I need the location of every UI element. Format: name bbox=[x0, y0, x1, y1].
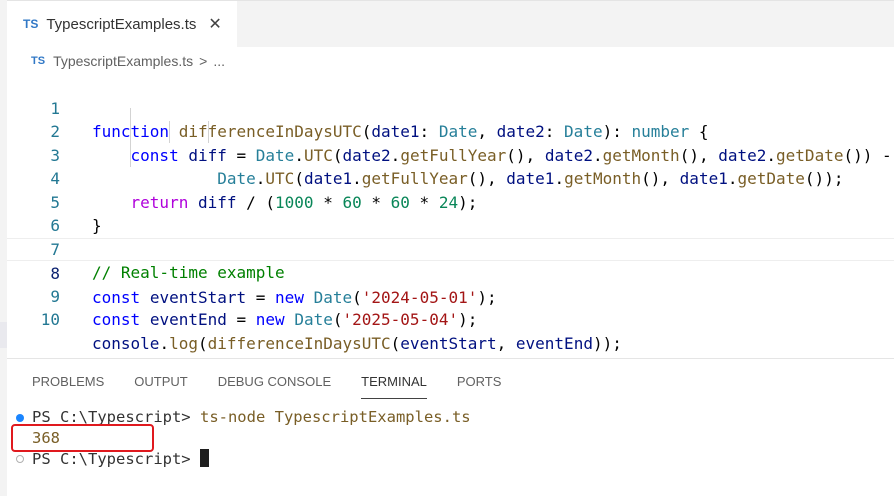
code-text: const eventEnd = new Date('2025-05-04'); bbox=[92, 310, 478, 329]
tab-debug-console[interactable]: DEBUG CONSOLE bbox=[218, 372, 331, 398]
tab-problems[interactable]: PROBLEMS bbox=[32, 372, 104, 398]
tab-output[interactable]: OUTPUT bbox=[134, 372, 187, 398]
code-line[interactable]: 7 // Real-time example bbox=[7, 214, 894, 283]
panel-tabs: PROBLEMS OUTPUT DEBUG CONSOLE TERMINAL P… bbox=[32, 372, 531, 399]
tab-ports[interactable]: PORTS bbox=[457, 372, 502, 398]
terminal-prompt: PS C:\Typescript> bbox=[32, 450, 191, 468]
terminal-prompt-line: PS C:\Typescript> bbox=[32, 449, 209, 470]
code-line[interactable]: 5 } bbox=[7, 167, 894, 236]
code-line[interactable]: 2 const diff = Date.UTC(date2.getFullYea… bbox=[7, 97, 894, 165]
code-line[interactable]: 10 console.log(differenceInDaysUTC(event… bbox=[7, 285, 894, 353]
close-icon[interactable]: ✕ bbox=[208, 14, 221, 34]
typescript-file-icon: TS bbox=[23, 17, 39, 31]
code-line[interactable]: 3 Date.UTC(date1.getFullYear(), date1.ge… bbox=[7, 120, 894, 189]
left-gutter bbox=[0, 0, 7, 496]
code-editor[interactable]: 1 function differenceInDaysUTC(date1: Da… bbox=[7, 73, 894, 353]
code-text: console.log(differenceInDaysUTC(eventSta… bbox=[92, 333, 622, 353]
gutter-marker bbox=[0, 322, 7, 348]
code-line[interactable]: 4 return diff / (1000 * 60 * 60 * 24); bbox=[7, 144, 894, 212]
code-line[interactable]: 9 const eventEnd = new Date('2025-05-04'… bbox=[7, 261, 894, 330]
command-success-dot-icon[interactable] bbox=[16, 414, 24, 422]
breadcrumb-more[interactable]: ... bbox=[213, 53, 225, 69]
terminal-cursor bbox=[199, 449, 209, 467]
code-line-current[interactable]: 8 const eventStart = new Date('2024-05-0… bbox=[7, 237, 894, 307]
line-number: 10 bbox=[40, 310, 60, 329]
terminal-command: ts-node TypescriptExamples.ts bbox=[199, 408, 471, 426]
typescript-file-icon: TS bbox=[31, 55, 46, 67]
editor-tab[interactable]: TS TypescriptExamples.ts ✕ bbox=[7, 1, 237, 47]
code-line[interactable]: 1 function differenceInDaysUTC(date1: Da… bbox=[7, 73, 894, 142]
output-highlight-box bbox=[11, 424, 154, 452]
editor-tab-label: TypescriptExamples.ts bbox=[46, 15, 197, 33]
breadcrumb-separator: > bbox=[199, 53, 208, 69]
code-line[interactable]: 6 bbox=[7, 191, 894, 235]
tab-terminal[interactable]: TERMINAL bbox=[361, 372, 427, 399]
breadcrumb-file[interactable]: TypescriptExamples.ts bbox=[53, 53, 193, 69]
command-idle-dot-icon[interactable] bbox=[16, 455, 24, 463]
editor-tab-bar: TS TypescriptExamples.ts ✕ bbox=[7, 0, 894, 47]
breadcrumb: TS TypescriptExamples.ts > ... bbox=[31, 51, 225, 71]
